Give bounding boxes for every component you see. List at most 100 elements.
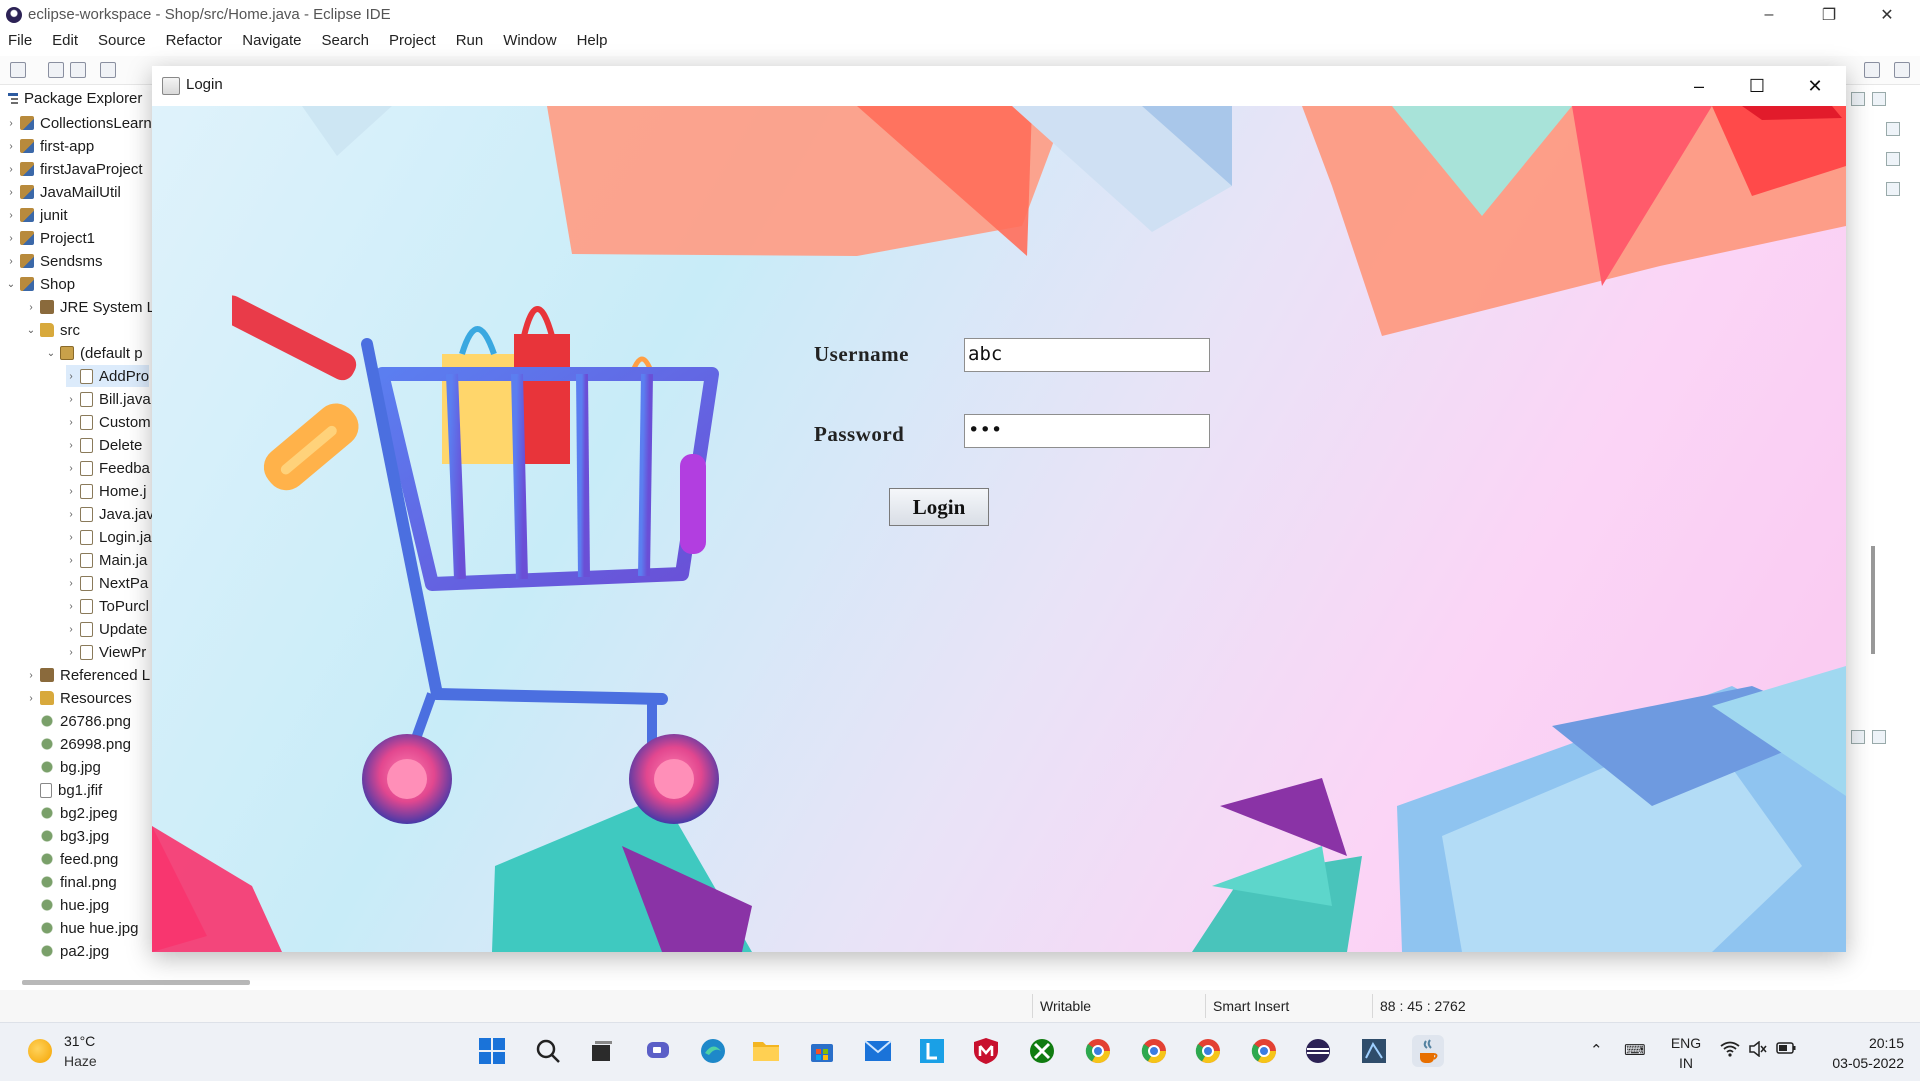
menu-refactor[interactable]: Refactor [156,30,233,54]
tree-item[interactable]: › Main.ja [66,549,147,571]
login-close-button[interactable]: ✕ [1786,66,1844,106]
terminal-icon[interactable] [100,62,116,78]
tree-item[interactable]: bg2.jpeg [26,802,118,824]
menu-search[interactable]: Search [311,30,379,54]
tree-item[interactable]: ⌄ Shop [6,273,75,295]
menu-navigate[interactable]: Navigate [232,30,311,54]
tree-item[interactable]: bg1.jfif [26,779,102,801]
collapsed-chevron-icon[interactable]: › [66,624,76,635]
file-explorer-icon[interactable] [750,1035,782,1067]
tree-item[interactable]: feed.png [26,848,118,870]
eclipse-icon[interactable] [1302,1035,1334,1067]
package-explorer-tab[interactable]: Package Explorer [0,86,152,110]
tree-item[interactable]: › Feedba [66,457,150,479]
collapsed-chevron-icon[interactable]: › [26,693,36,704]
keyboard-icon[interactable]: ⌨ [1624,1041,1646,1059]
collapsed-chevron-icon[interactable]: › [66,394,76,405]
collapsed-chevron-icon[interactable]: › [6,256,16,267]
chrome-icon[interactable] [1138,1035,1170,1067]
tree-item[interactable]: hue.jpg [26,894,109,916]
tree-item[interactable]: 26786.png [26,710,131,732]
tree-item[interactable]: › junit [6,204,67,226]
tree-item[interactable]: › JRE System Li [26,296,152,318]
chrome-icon[interactable] [1248,1035,1280,1067]
battery-icon[interactable] [1776,1041,1796,1059]
collapsed-chevron-icon[interactable]: › [6,118,16,129]
tree-item[interactable]: › Delete [66,434,142,456]
expanded-chevron-icon[interactable]: ⌄ [26,325,36,336]
tree-item[interactable]: › first-app [6,135,94,157]
menu-help[interactable]: Help [567,30,618,54]
tree-item[interactable]: hue hue.jpg [26,917,138,939]
language-indicator[interactable]: ENG IN [1668,1033,1704,1073]
tree-item[interactable]: 26998.png [26,733,131,755]
tree-item[interactable]: › firstJavaProject [6,158,142,180]
problems-icon[interactable] [1886,152,1900,166]
wifi-icon[interactable] [1720,1041,1740,1061]
tree-item[interactable]: › JavaMailUtil [6,181,121,203]
xbox-icon[interactable] [1026,1035,1058,1067]
tree-item[interactable]: final.png [26,871,117,893]
chrome-icon[interactable] [1082,1035,1114,1067]
username-input[interactable]: abc [964,338,1210,372]
collapsed-chevron-icon[interactable]: › [6,187,16,198]
store-icon[interactable] [806,1035,838,1067]
collapsed-chevron-icon[interactable]: › [26,302,36,313]
open-perspective-icon[interactable] [1864,62,1880,78]
tree-item[interactable]: › Update [66,618,147,640]
mail-icon[interactable] [862,1035,894,1067]
menu-file[interactable]: File [0,30,42,54]
tree-item[interactable]: › Login.ja [66,526,151,548]
mcafee-icon[interactable] [970,1035,1002,1067]
collapsed-chevron-icon[interactable]: › [6,141,16,152]
tree-item[interactable]: pa2.jpg [26,940,109,962]
tree-item[interactable]: › ToPurcl [66,595,149,617]
chrome-icon[interactable] [1192,1035,1224,1067]
password-input[interactable]: ••• [964,414,1210,448]
minimize-panel-icon[interactable] [1851,92,1865,106]
collapsed-chevron-icon[interactable]: › [66,463,76,474]
editor-l-icon[interactable] [916,1035,948,1067]
tree-item[interactable]: › Referenced L [26,664,150,686]
collapsed-chevron-icon[interactable]: › [66,555,76,566]
network-app-icon[interactable] [1358,1035,1390,1067]
collapsed-chevron-icon[interactable]: › [6,164,16,175]
collapsed-chevron-icon[interactable]: › [66,371,76,382]
tree-item[interactable]: › AddPro [66,365,150,387]
menu-window[interactable]: Window [493,30,566,54]
collapsed-chevron-icon[interactable]: › [66,601,76,612]
maximize-panel-icon[interactable] [1872,92,1886,106]
collapsed-chevron-icon[interactable]: › [66,647,76,658]
task-view-icon[interactable] [586,1035,618,1067]
eclipse-minimize-button[interactable]: – [1746,0,1792,30]
show-hidden-icons-icon[interactable]: ⌃ [1590,1041,1603,1059]
tree-item[interactable]: bg3.jpg [26,825,109,847]
menu-run[interactable]: Run [446,30,494,54]
menu-project[interactable]: Project [379,30,446,54]
collapsed-chevron-icon[interactable]: › [66,440,76,451]
tree-horizontal-scrollbar[interactable] [22,980,250,985]
expanded-chevron-icon[interactable]: ⌄ [46,348,56,359]
login-button[interactable]: Login [889,488,989,526]
weather-description[interactable]: Haze [64,1053,97,1069]
menu-edit[interactable]: Edit [42,30,88,54]
login-title-bar[interactable]: Login – ☐ ✕ [152,66,1846,106]
collapsed-chevron-icon[interactable]: › [66,486,76,497]
java-perspective-icon[interactable] [1894,62,1910,78]
system-clock[interactable]: 20:15 03-05-2022 [1808,1033,1904,1073]
weather-temperature[interactable]: 31°C [64,1033,95,1049]
collapsed-chevron-icon[interactable]: › [6,210,16,221]
java-icon[interactable] [1412,1035,1444,1067]
search-icon[interactable] [532,1035,564,1067]
tree-item[interactable]: › Java.jav [66,503,152,525]
collapsed-chevron-icon[interactable]: › [66,578,76,589]
edge-icon[interactable] [697,1035,729,1067]
editor-vertical-scrollbar[interactable] [1871,546,1875,654]
expanded-chevron-icon[interactable]: ⌄ [6,279,16,290]
tree-item[interactable]: › Custom [66,411,150,433]
start-icon[interactable] [476,1035,508,1067]
tree-item[interactable]: › ViewPr [66,641,146,663]
tree-item[interactable]: › NextPa [66,572,148,594]
save-all-icon[interactable] [70,62,86,78]
volume-muted-icon[interactable] [1748,1040,1768,1061]
